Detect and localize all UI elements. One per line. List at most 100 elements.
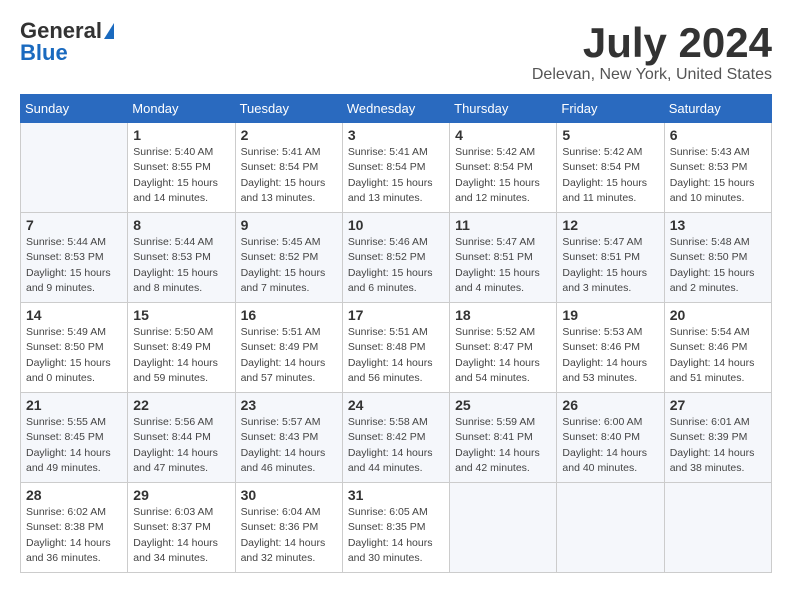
day-info: Sunrise: 6:01 AMSunset: 8:39 PMDaylight:… <box>670 415 766 476</box>
calendar-day-cell: 30 Sunrise: 6:04 AMSunset: 8:36 PMDayligh… <box>235 483 342 573</box>
calendar-day-cell: 19 Sunrise: 5:53 AMSunset: 8:46 PMDayligh… <box>557 303 664 393</box>
calendar-day-cell: 15 Sunrise: 5:50 AMSunset: 8:49 PMDayligh… <box>128 303 235 393</box>
calendar-day-cell: 7 Sunrise: 5:44 AMSunset: 8:53 PMDaylight… <box>21 213 128 303</box>
calendar-day-cell: 22 Sunrise: 5:56 AMSunset: 8:44 PMDayligh… <box>128 393 235 483</box>
day-info: Sunrise: 6:05 AMSunset: 8:35 PMDaylight:… <box>348 505 444 566</box>
day-info: Sunrise: 5:48 AMSunset: 8:50 PMDaylight:… <box>670 235 766 296</box>
day-info: Sunrise: 5:58 AMSunset: 8:42 PMDaylight:… <box>348 415 444 476</box>
day-info: Sunrise: 6:00 AMSunset: 8:40 PMDaylight:… <box>562 415 658 476</box>
title-section: July 2024 Delevan, New York, United Stat… <box>532 20 772 84</box>
calendar-day-cell: 1 Sunrise: 5:40 AMSunset: 8:55 PMDaylight… <box>128 123 235 213</box>
day-number: 19 <box>562 307 658 323</box>
logo-blue-text: Blue <box>20 42 68 64</box>
calendar-day-cell: 27 Sunrise: 6:01 AMSunset: 8:39 PMDayligh… <box>664 393 771 483</box>
calendar-day-cell: 3 Sunrise: 5:41 AMSunset: 8:54 PMDaylight… <box>342 123 449 213</box>
day-number: 12 <box>562 217 658 233</box>
calendar-day-cell: 21 Sunrise: 5:55 AMSunset: 8:45 PMDayligh… <box>21 393 128 483</box>
day-number: 28 <box>26 487 122 503</box>
calendar-header-cell: Monday <box>128 95 235 123</box>
day-info: Sunrise: 5:44 AMSunset: 8:53 PMDaylight:… <box>133 235 229 296</box>
day-number: 4 <box>455 127 551 143</box>
day-info: Sunrise: 5:56 AMSunset: 8:44 PMDaylight:… <box>133 415 229 476</box>
location-title: Delevan, New York, United States <box>532 66 772 84</box>
calendar-day-cell: 16 Sunrise: 5:51 AMSunset: 8:49 PMDayligh… <box>235 303 342 393</box>
day-number: 14 <box>26 307 122 323</box>
day-number: 18 <box>455 307 551 323</box>
day-info: Sunrise: 5:47 AMSunset: 8:51 PMDaylight:… <box>455 235 551 296</box>
calendar-day-cell: 2Sunrise: 5:41 AMSunset: 8:54 PMDaylight… <box>235 123 342 213</box>
calendar-week-row: 14Sunrise: 5:49 AMSunset: 8:50 PMDayligh… <box>21 303 772 393</box>
calendar-week-row: 21 Sunrise: 5:55 AMSunset: 8:45 PMDayligh… <box>21 393 772 483</box>
day-info: Sunrise: 5:53 AMSunset: 8:46 PMDaylight:… <box>562 325 658 386</box>
day-info: Sunrise: 5:51 AMSunset: 8:48 PMDaylight:… <box>348 325 444 386</box>
calendar-day-cell: 8 Sunrise: 5:44 AMSunset: 8:53 PMDaylight… <box>128 213 235 303</box>
calendar-day-cell <box>21 123 128 213</box>
day-number: 6 <box>670 127 766 143</box>
calendar-header-cell: Thursday <box>450 95 557 123</box>
calendar-table: SundayMondayTuesdayWednesdayThursdayFrid… <box>20 94 772 573</box>
day-number: 27 <box>670 397 766 413</box>
day-number: 7 <box>26 217 122 233</box>
calendar-day-cell: 28Sunrise: 6:02 AMSunset: 8:38 PMDayligh… <box>21 483 128 573</box>
day-number: 16 <box>241 307 337 323</box>
calendar-day-cell: 29 Sunrise: 6:03 AMSunset: 8:37 PMDayligh… <box>128 483 235 573</box>
day-info: Sunrise: 5:44 AMSunset: 8:53 PMDaylight:… <box>26 235 122 296</box>
day-info: Sunrise: 5:55 AMSunset: 8:45 PMDaylight:… <box>26 415 122 476</box>
day-info: Sunrise: 5:41 AMSunset: 8:54 PMDaylight:… <box>241 145 337 206</box>
day-number: 15 <box>133 307 229 323</box>
calendar-header-cell: Wednesday <box>342 95 449 123</box>
day-info: Sunrise: 5:50 AMSunset: 8:49 PMDaylight:… <box>133 325 229 386</box>
day-number: 9 <box>241 217 337 233</box>
day-number: 1 <box>133 127 229 143</box>
day-info: Sunrise: 5:52 AMSunset: 8:47 PMDaylight:… <box>455 325 551 386</box>
calendar-day-cell: 25Sunrise: 5:59 AMSunset: 8:41 PMDayligh… <box>450 393 557 483</box>
day-info: Sunrise: 5:54 AMSunset: 8:46 PMDaylight:… <box>670 325 766 386</box>
calendar-header-cell: Saturday <box>664 95 771 123</box>
header: General Blue July 2024 Delevan, New York… <box>20 20 772 84</box>
calendar-week-row: 28Sunrise: 6:02 AMSunset: 8:38 PMDayligh… <box>21 483 772 573</box>
day-number: 20 <box>670 307 766 323</box>
month-title: July 2024 <box>532 20 772 66</box>
day-number: 22 <box>133 397 229 413</box>
day-number: 24 <box>348 397 444 413</box>
calendar-day-cell <box>664 483 771 573</box>
calendar-week-row: 7 Sunrise: 5:44 AMSunset: 8:53 PMDaylight… <box>21 213 772 303</box>
calendar-week-row: 1 Sunrise: 5:40 AMSunset: 8:55 PMDaylight… <box>21 123 772 213</box>
day-info: Sunrise: 5:42 AMSunset: 8:54 PMDaylight:… <box>562 145 658 206</box>
day-number: 11 <box>455 217 551 233</box>
day-number: 30 <box>241 487 337 503</box>
day-number: 21 <box>26 397 122 413</box>
day-info: Sunrise: 5:40 AMSunset: 8:55 PMDaylight:… <box>133 145 229 206</box>
day-info: Sunrise: 5:41 AMSunset: 8:54 PMDaylight:… <box>348 145 444 206</box>
day-info: Sunrise: 6:03 AMSunset: 8:37 PMDaylight:… <box>133 505 229 566</box>
day-number: 10 <box>348 217 444 233</box>
calendar-header-cell: Tuesday <box>235 95 342 123</box>
calendar-day-cell: 12 Sunrise: 5:47 AMSunset: 8:51 PMDayligh… <box>557 213 664 303</box>
calendar-day-cell: 11 Sunrise: 5:47 AMSunset: 8:51 PMDayligh… <box>450 213 557 303</box>
day-number: 23 <box>241 397 337 413</box>
calendar-day-cell: 18 Sunrise: 5:52 AMSunset: 8:47 PMDayligh… <box>450 303 557 393</box>
day-info: Sunrise: 5:45 AMSunset: 8:52 PMDaylight:… <box>241 235 337 296</box>
day-info: Sunrise: 5:51 AMSunset: 8:49 PMDaylight:… <box>241 325 337 386</box>
day-info: Sunrise: 5:43 AMSunset: 8:53 PMDaylight:… <box>670 145 766 206</box>
day-info: Sunrise: 5:47 AMSunset: 8:51 PMDaylight:… <box>562 235 658 296</box>
day-number: 3 <box>348 127 444 143</box>
logo: General Blue <box>20 20 114 64</box>
calendar-day-cell: 31Sunrise: 6:05 AMSunset: 8:35 PMDayligh… <box>342 483 449 573</box>
calendar-header-row: SundayMondayTuesdayWednesdayThursdayFrid… <box>21 95 772 123</box>
calendar-day-cell: 10 Sunrise: 5:46 AMSunset: 8:52 PMDayligh… <box>342 213 449 303</box>
day-info: Sunrise: 6:04 AMSunset: 8:36 PMDaylight:… <box>241 505 337 566</box>
calendar-day-cell: 6 Sunrise: 5:43 AMSunset: 8:53 PMDaylight… <box>664 123 771 213</box>
day-info: Sunrise: 5:46 AMSunset: 8:52 PMDaylight:… <box>348 235 444 296</box>
day-number: 29 <box>133 487 229 503</box>
day-number: 26 <box>562 397 658 413</box>
calendar-body: 1 Sunrise: 5:40 AMSunset: 8:55 PMDaylight… <box>21 123 772 573</box>
calendar-day-cell: 23Sunrise: 5:57 AMSunset: 8:43 PMDayligh… <box>235 393 342 483</box>
day-number: 8 <box>133 217 229 233</box>
calendar-day-cell: 26 Sunrise: 6:00 AMSunset: 8:40 PMDayligh… <box>557 393 664 483</box>
calendar-day-cell: 9 Sunrise: 5:45 AMSunset: 8:52 PMDaylight… <box>235 213 342 303</box>
calendar-day-cell <box>450 483 557 573</box>
logo-general-text: General <box>20 20 102 42</box>
calendar-day-cell: 4Sunrise: 5:42 AMSunset: 8:54 PMDaylight… <box>450 123 557 213</box>
calendar-day-cell: 20 Sunrise: 5:54 AMSunset: 8:46 PMDayligh… <box>664 303 771 393</box>
